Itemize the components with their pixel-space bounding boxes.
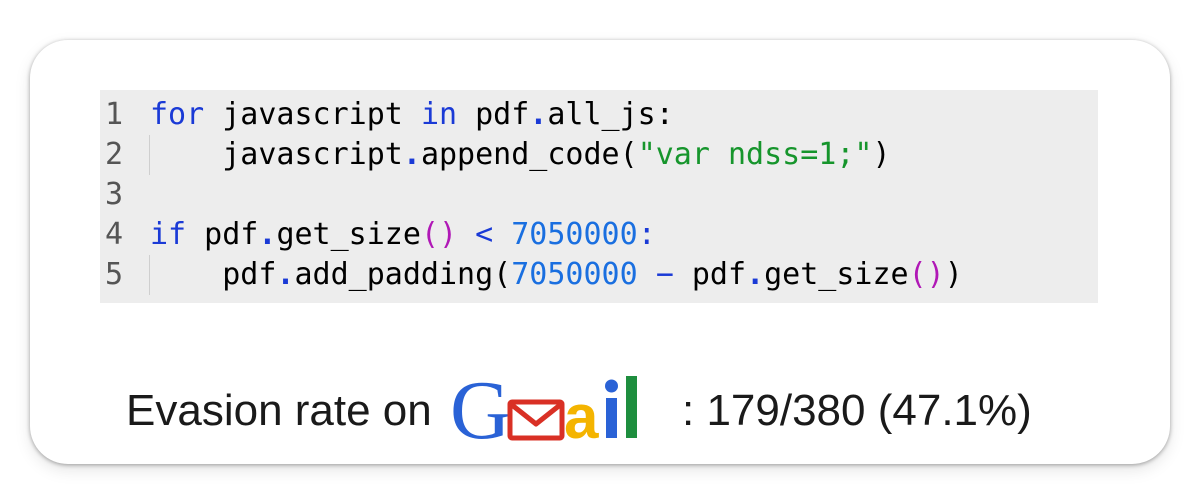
code-line-2: 2 javascript.append_code("var ndss=1;") bbox=[100, 135, 1098, 175]
dot-operator: . bbox=[746, 257, 765, 292]
evasion-label: Evasion rate on bbox=[126, 386, 432, 435]
keyword-in: in bbox=[420, 97, 458, 132]
identifier: javascript bbox=[222, 97, 421, 132]
parens: () bbox=[908, 257, 945, 292]
identifier: javascript bbox=[222, 137, 403, 172]
svg-text:G: G bbox=[450, 368, 511, 446]
code-block: 1 for javascript in pdf.all_js: 2 javasc… bbox=[100, 90, 1098, 303]
line-number: 1 bbox=[105, 97, 124, 132]
svg-text:a: a bbox=[564, 383, 599, 446]
code-line-4: 4 if pdf.get_size() < 7050000: bbox=[100, 215, 1098, 255]
number-literal: 7050000 bbox=[511, 217, 638, 252]
parens: () bbox=[420, 217, 458, 252]
code-line-1: 1 for javascript in pdf.all_js: bbox=[100, 95, 1098, 135]
code-text: if pdf.get_size() < 7050000: bbox=[150, 215, 656, 255]
code-line-5: 5 pdf.add_padding(7050000 − pdf.get_size… bbox=[100, 255, 1098, 295]
code-text: for javascript in pdf.all_js: bbox=[150, 95, 674, 135]
dot-operator: . bbox=[402, 137, 421, 172]
less-than-operator: < bbox=[457, 217, 512, 252]
function-call: append_code( bbox=[420, 137, 638, 172]
identifier: pdf bbox=[186, 217, 259, 252]
code-line-3: 3 bbox=[100, 175, 1098, 215]
line-number: 2 bbox=[105, 137, 124, 172]
close-paren: ) bbox=[872, 137, 891, 172]
line-number: 5 bbox=[105, 257, 124, 292]
line-number: 3 bbox=[105, 177, 124, 212]
function-call: get_size bbox=[764, 257, 909, 292]
keyword-for: for bbox=[150, 97, 223, 132]
identifier: pdf bbox=[691, 257, 747, 292]
dot-operator: . bbox=[529, 97, 548, 132]
line-number: 4 bbox=[105, 217, 124, 252]
code-text: pdf.add_padding(7050000 − pdf.get_size()… bbox=[150, 255, 963, 295]
gmail-logo-icon: G a bbox=[450, 368, 637, 446]
keyword-if: if bbox=[150, 217, 187, 252]
evasion-value: : 179/380 (47.1%) bbox=[682, 386, 1032, 435]
function-call: add_padding( bbox=[294, 257, 512, 292]
dot-operator: . bbox=[276, 257, 295, 292]
number-literal: 7050000 bbox=[511, 257, 638, 292]
function-call: get_size bbox=[276, 217, 421, 252]
identifier: pdf bbox=[457, 97, 530, 132]
dot-operator: . bbox=[258, 217, 277, 252]
identifier: all_js: bbox=[547, 97, 674, 132]
minus-operator: − bbox=[637, 257, 692, 292]
close-paren: ) bbox=[944, 257, 963, 292]
string-literal: "var ndss=1;" bbox=[637, 137, 873, 172]
identifier: pdf bbox=[222, 257, 277, 292]
colon: : bbox=[637, 217, 656, 252]
code-text: javascript.append_code("var ndss=1;") bbox=[150, 135, 891, 175]
